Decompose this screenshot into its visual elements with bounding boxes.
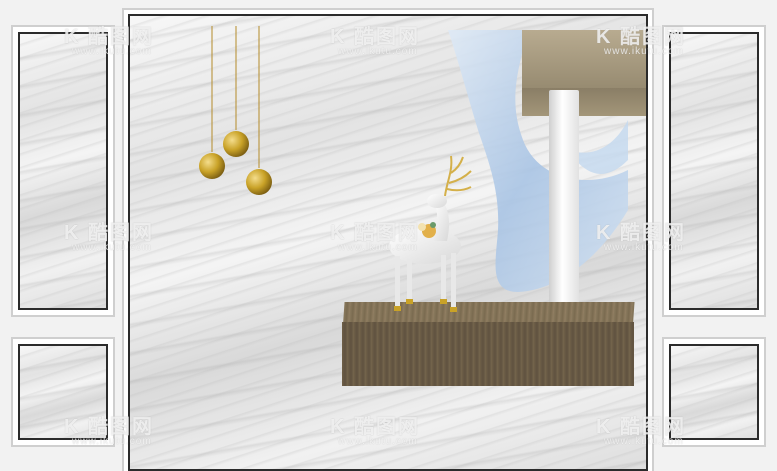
white-column xyxy=(549,90,579,322)
watermark-logo: K 酷图网 xyxy=(64,222,154,244)
watermark-logo: K 酷图网 xyxy=(596,416,686,438)
watermark-logo: K 酷图网 xyxy=(596,222,686,244)
watermark-url: www.ikutu.com xyxy=(72,242,152,253)
ceiling-beam-underside xyxy=(522,88,646,116)
watermark-logo: K 酷图网 xyxy=(596,26,686,48)
watermark-url: www.ikutu.com xyxy=(338,242,418,253)
watermark-url: www.ikutu.com xyxy=(338,46,418,57)
watermark-logo: K 酷图网 xyxy=(330,416,420,438)
watermark-logo: K 酷图网 xyxy=(330,26,420,48)
pendant-ball-icon xyxy=(199,26,272,195)
watermark-logo: K 酷图网 xyxy=(64,416,154,438)
left-upper-panel xyxy=(18,32,108,310)
watermark-url: www.ikutu.com xyxy=(338,436,418,447)
watermark-url: www.ikutu.com xyxy=(604,436,684,447)
watermark-logo: K 酷图网 xyxy=(64,26,154,48)
watermark-url: www.ikutu.com xyxy=(604,242,684,253)
wood-platform-front xyxy=(342,322,634,386)
watermark-logo: K 酷图网 xyxy=(330,222,420,244)
right-upper-panel xyxy=(669,32,759,310)
watermark-url: www.ikutu.com xyxy=(72,436,152,447)
watermark-url: www.ikutu.com xyxy=(604,46,684,57)
watermark-url: www.ikutu.com xyxy=(72,46,152,57)
